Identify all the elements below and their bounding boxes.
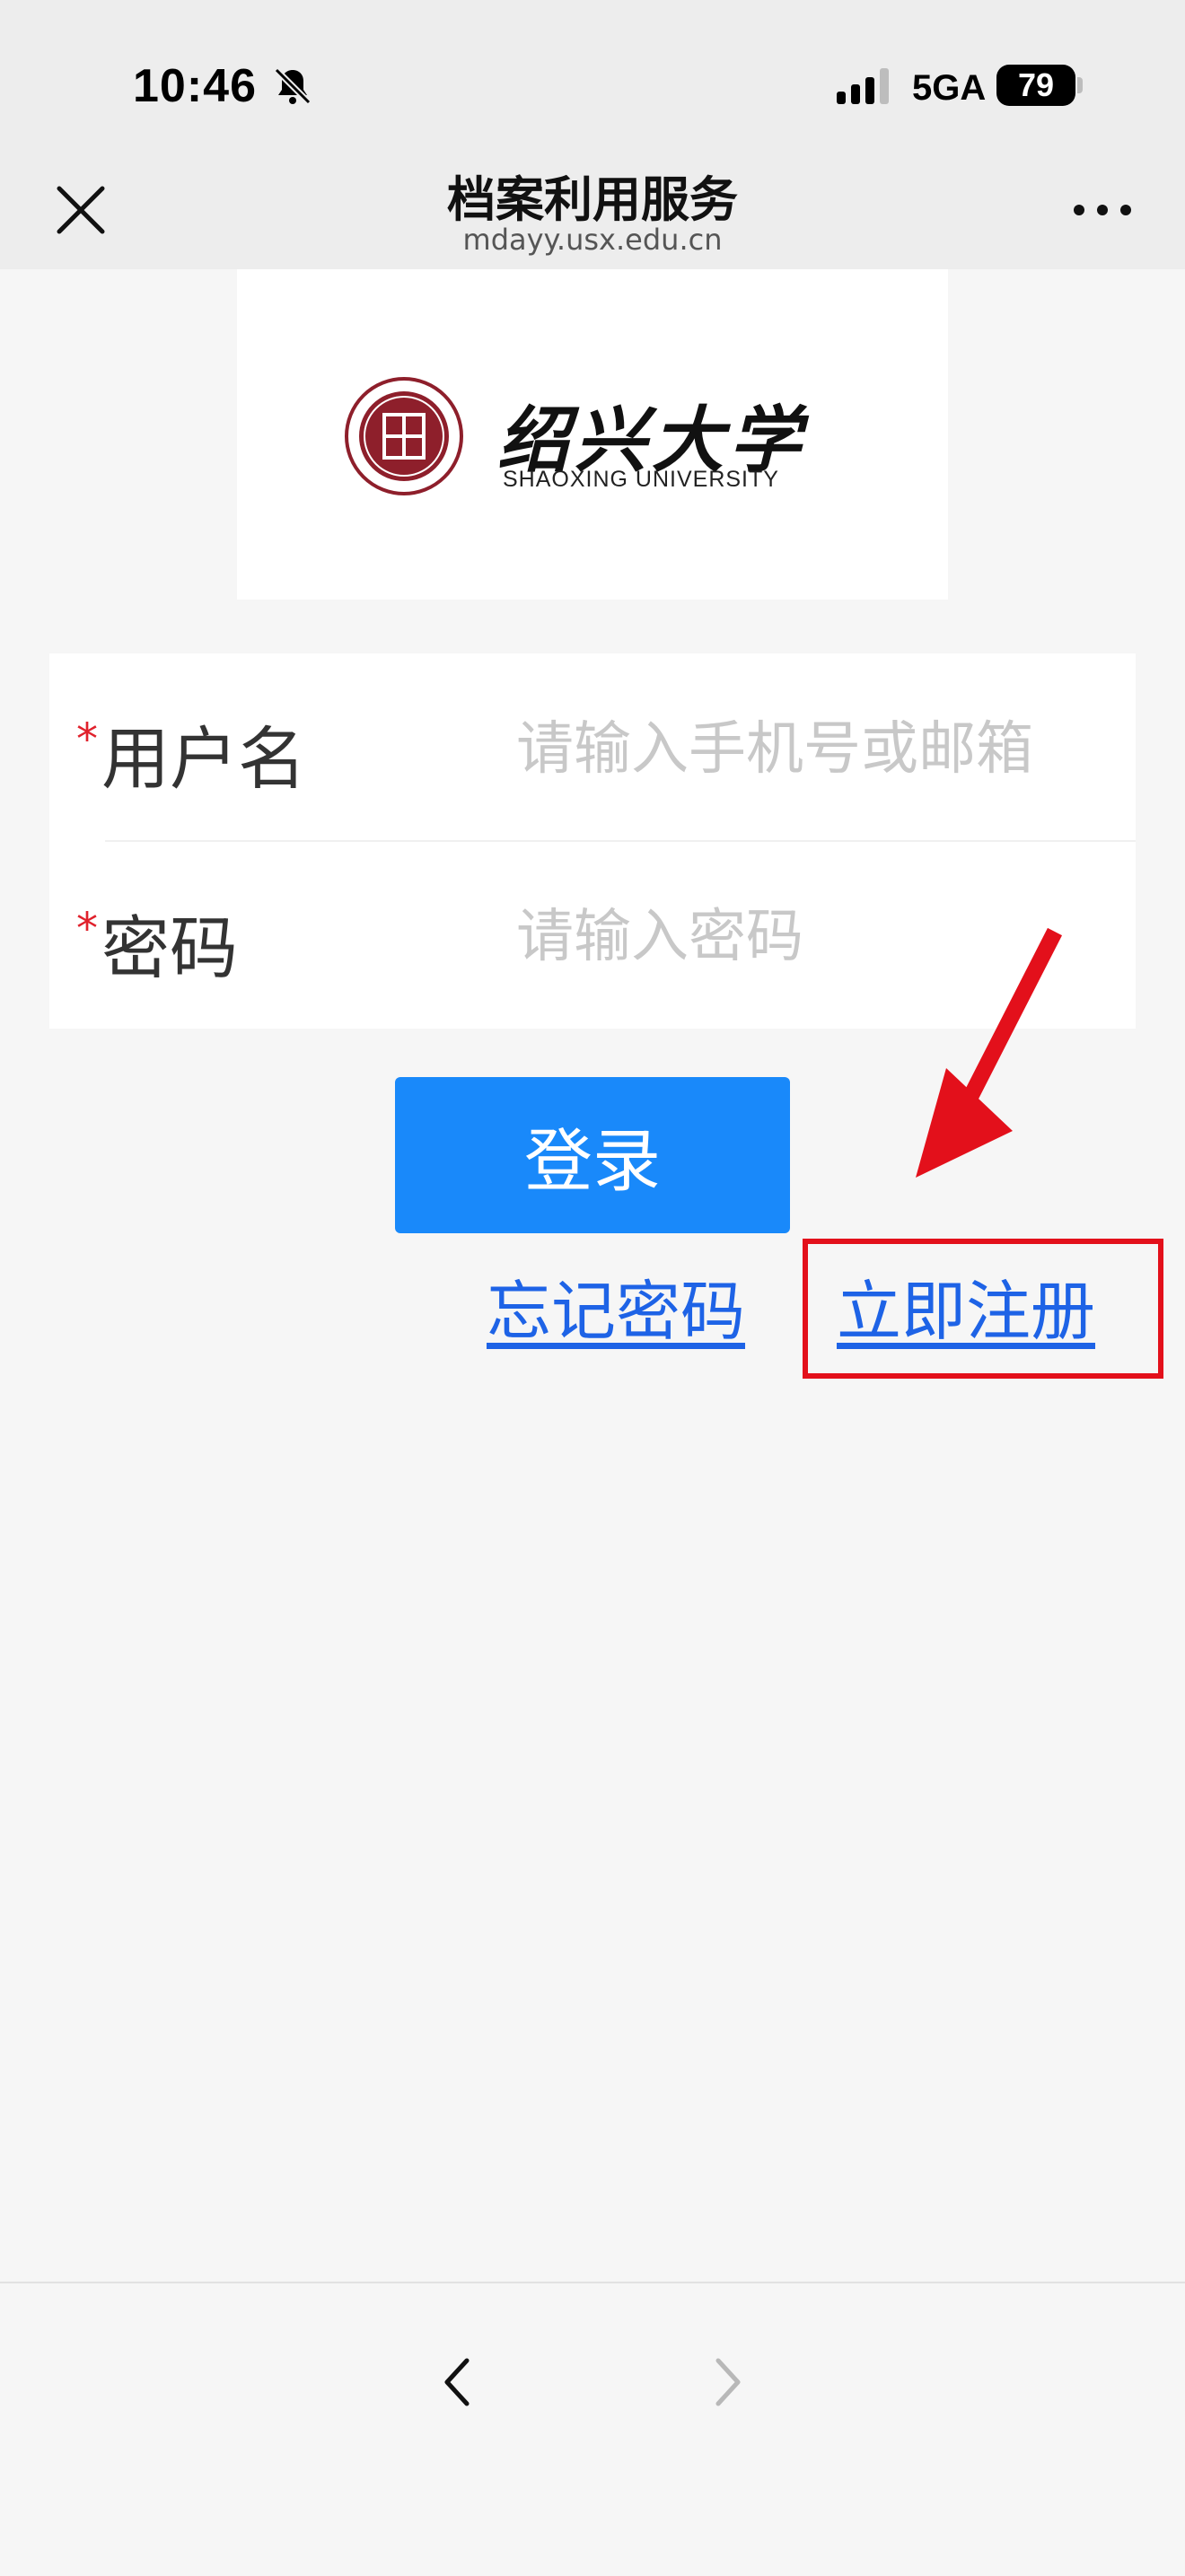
university-name-en: SHAOXING UNIVERSITY [503,467,779,492]
university-seal-icon [345,377,463,495]
university-logo: 绍兴大学 SHAOXING UNIVERSITY [237,269,948,600]
required-mark: * [76,714,98,765]
required-mark: * [76,904,98,954]
back-icon[interactable] [429,2353,487,2411]
annotation-arrow-icon [916,927,1063,1178]
network-type: 5GA [912,68,987,108]
page-title: 档案利用服务 [447,171,738,228]
status-time: 10:46 [133,60,257,112]
forward-icon [715,2358,741,2406]
highlight-box [803,1239,1163,1379]
signal-icon [837,68,889,104]
username-input[interactable] [516,709,1136,790]
more-icon[interactable] [1070,190,1135,230]
battery-tip [1077,77,1083,93]
forgot-password-link[interactable]: 忘记密码 [487,1258,745,1353]
password-label: 密码 [101,908,238,988]
login-button[interactable]: 登录 [395,1077,790,1233]
battery-icon: 79 [996,65,1075,106]
page-url: mdayy.usx.edu.cn [462,223,723,257]
bell-slash-icon [274,67,312,105]
username-row: * 用户名 [49,653,1136,841]
username-label: 用户名 [101,719,306,799]
bottom-toolbar [0,2282,1185,2576]
